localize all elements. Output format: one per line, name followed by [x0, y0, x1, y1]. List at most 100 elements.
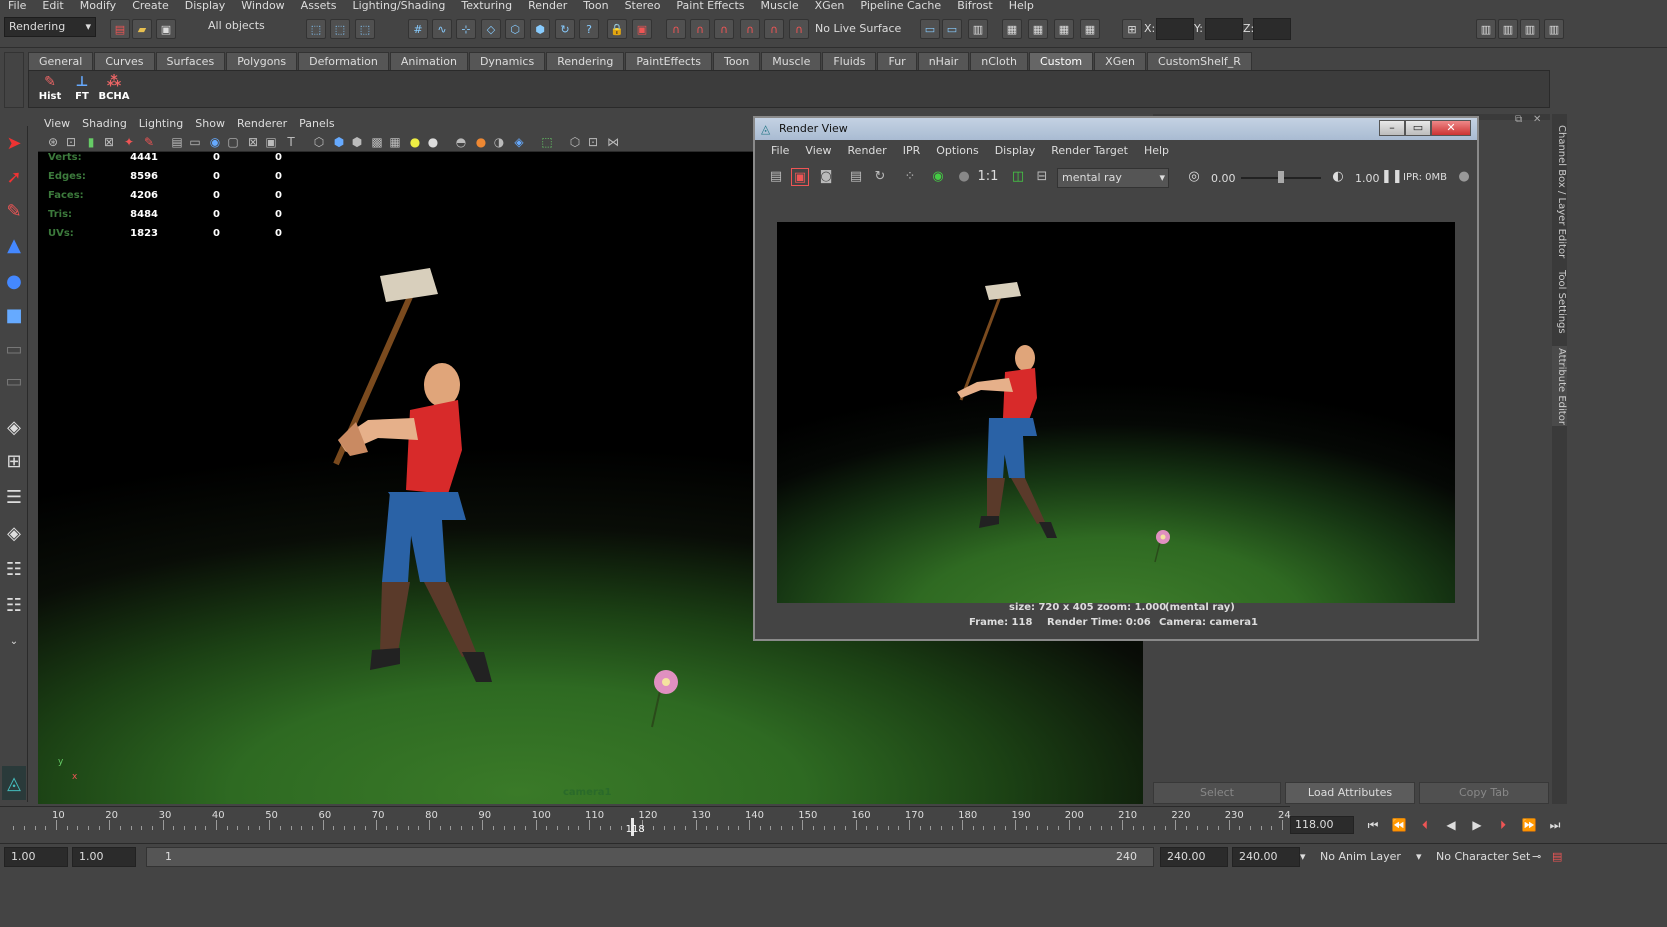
menu-edit[interactable]: Edit [34, 0, 71, 12]
shelf-tab-surfaces[interactable]: Surfaces [155, 52, 226, 70]
snap-grid-icon[interactable]: # [408, 19, 428, 39]
help-icon[interactable]: ? [579, 19, 599, 39]
shelf-tab-painteffects[interactable]: PaintEffects [625, 52, 712, 70]
open-scene-icon[interactable]: ▰ [132, 19, 152, 39]
render-view-menu-render[interactable]: Render [840, 144, 895, 162]
lock-icon[interactable]: 🔒 [607, 19, 627, 39]
viewport-menu-lighting[interactable]: Lighting [133, 117, 189, 130]
playback-start-field[interactable]: 1.00 [72, 847, 136, 867]
menu-stereo[interactable]: Stereo [617, 0, 669, 12]
menu-modify[interactable]: Modify [72, 0, 124, 12]
shelf-tab-animation[interactable]: Animation [389, 52, 468, 70]
uv-layout-icon[interactable]: ☷ [2, 590, 26, 620]
camera-attributes-icon[interactable]: ⊡ [64, 135, 78, 149]
preferences-icon[interactable]: ▤ [1552, 850, 1562, 863]
select-hierarchy-icon[interactable]: ⬚ [306, 19, 326, 39]
menu-render[interactable]: Render [520, 0, 575, 12]
toggle-channel-box-icon[interactable]: ▥ [1544, 19, 1564, 39]
resolution-gate-icon[interactable]: ◉ [208, 135, 222, 149]
select-button[interactable]: Select [1153, 782, 1281, 804]
viewport-menu-show[interactable]: Show [189, 117, 231, 130]
go-to-end-icon[interactable]: ⏭ [1544, 816, 1566, 834]
safe-action-icon[interactable]: ▣ [264, 135, 278, 149]
real-size-label[interactable]: 1:1 [977, 168, 999, 186]
ipr-render-icon[interactable]: ▤ [847, 168, 865, 186]
render-current-icon[interactable]: ▣ [632, 19, 652, 39]
time-slider[interactable]: 10 20 30 40 50 60 70 80 90 100 110 120 130 140 150 160 1… [0, 806, 1291, 839]
xray-joints-icon[interactable]: ⊡ [586, 135, 600, 149]
shelf-tab-curves[interactable]: Curves [94, 52, 155, 70]
shelf-hist-button[interactable]: ✎ Hist [33, 73, 67, 107]
x-field[interactable] [1156, 18, 1194, 40]
shelf-tab-fluids[interactable]: Fluids [822, 52, 877, 70]
toggle-modeling-toolkit-icon[interactable]: ▥ [1476, 19, 1496, 39]
shelf-tab-muscle[interactable]: Muscle [761, 52, 822, 70]
animation-start-field[interactable]: 1.00 [4, 847, 68, 867]
snap-plane-icon[interactable]: ◇ [481, 19, 501, 39]
motion-blur-icon[interactable]: ● [474, 135, 488, 149]
menu-create[interactable]: Create [124, 0, 177, 12]
render-view-menu-ipr[interactable]: IPR [895, 144, 929, 162]
shelf-tab-toon[interactable]: Toon [712, 52, 761, 70]
shelf-tab-dynamics[interactable]: Dynamics [468, 52, 546, 70]
animation-end-field[interactable]: 240.00 [1232, 847, 1300, 867]
snap-surface-icon[interactable]: ⬡ [505, 19, 525, 39]
renderer-dropdown[interactable]: mental ray ▾ [1057, 168, 1169, 188]
chevron-down-icon[interactable]: ▾ [1416, 850, 1422, 863]
film-gate-icon[interactable]: ▭ [188, 135, 202, 149]
float-panel-icon[interactable]: ⧉ [1515, 114, 1529, 128]
character-set-dropdown[interactable]: No Character Set [1436, 850, 1530, 863]
render-view-menu-file[interactable]: File [763, 144, 797, 162]
make-live-icon[interactable]: ⬢ [530, 19, 550, 39]
wireframe-on-shaded-icon[interactable]: ⬢ [350, 135, 364, 149]
menu-help[interactable]: Help [1001, 0, 1042, 12]
close-button[interactable]: ✕ [1431, 120, 1471, 136]
high-quality-icon[interactable]: ● [426, 135, 440, 149]
tab-channel-box[interactable]: Channel Box / Layer Editor [1552, 124, 1567, 260]
menu-assets[interactable]: Assets [293, 0, 345, 12]
lasso-tool-icon[interactable]: ➚ [2, 162, 26, 192]
load-attributes-button[interactable]: Load Attributes [1285, 782, 1415, 804]
2d-pan-icon[interactable]: ✦ [122, 135, 136, 149]
selection-filter-dropdown[interactable]: All objects [204, 17, 296, 37]
shelf-tab-rendering[interactable]: Rendering [546, 52, 625, 70]
screen-space-ao-icon[interactable]: ◓ [454, 135, 468, 149]
play-forwards-icon[interactable]: ▶ [1466, 816, 1488, 834]
save-scene-icon[interactable]: ▣ [156, 19, 176, 39]
menu-xgen[interactable]: XGen [807, 0, 853, 12]
paint-tool-icon[interactable]: ✎ [2, 196, 26, 226]
shadows-icon[interactable]: ● [408, 135, 422, 149]
menu-file[interactable]: File [0, 0, 34, 12]
live-surface-label[interactable]: No Live Surface [815, 22, 901, 35]
render-settings-icon[interactable]: ▥ [968, 19, 988, 39]
viewport-menu-shading[interactable]: Shading [76, 117, 133, 130]
graph-layout-icon[interactable]: ◈ [2, 518, 26, 548]
auto-key-icon[interactable]: ⊸ [1532, 850, 1541, 863]
render-view-menu-options[interactable]: Options [928, 144, 986, 162]
play-backwards-icon[interactable]: ◀ [1440, 816, 1462, 834]
grid-icon[interactable]: ▤ [170, 135, 184, 149]
gamma-value[interactable]: 1.00 [1355, 172, 1380, 185]
ipr-icon[interactable]: ▦ [1028, 19, 1048, 39]
render-view-menu-render-target[interactable]: Render Target [1043, 144, 1136, 162]
move-tool-icon[interactable]: ▲ [2, 230, 26, 260]
chevron-down-icon[interactable]: ▾ [1300, 850, 1306, 863]
render-view-menu-view[interactable]: View [797, 144, 839, 162]
shelf-options[interactable] [4, 52, 24, 108]
menu-bifrost[interactable]: Bifrost [949, 0, 1001, 12]
playback-end-field[interactable]: 240.00 [1160, 847, 1228, 867]
wireframe-icon[interactable]: ⬡ [312, 135, 326, 149]
menu-window[interactable]: Window [233, 0, 292, 12]
pause-ipr-icon[interactable]: ❚❚ [1381, 168, 1403, 186]
select-component-icon[interactable]: ⬚ [355, 19, 375, 39]
new-scene-icon[interactable]: ▤ [110, 19, 130, 39]
close-panel-icon[interactable]: ✕ [1533, 114, 1547, 128]
render-view-menu-display[interactable]: Display [987, 144, 1044, 162]
go-to-start-icon[interactable]: ⏮ [1362, 816, 1384, 834]
shelf-tab-xgen[interactable]: XGen [1094, 52, 1146, 70]
empty-tool-slot[interactable]: ▭ [2, 366, 26, 396]
y-field[interactable] [1205, 18, 1243, 40]
menu-paint-effects[interactable]: Paint Effects [668, 0, 752, 12]
select-camera-icon[interactable]: ⊛ [46, 135, 60, 149]
menu-lighting-shading[interactable]: Lighting/Shading [344, 0, 453, 12]
